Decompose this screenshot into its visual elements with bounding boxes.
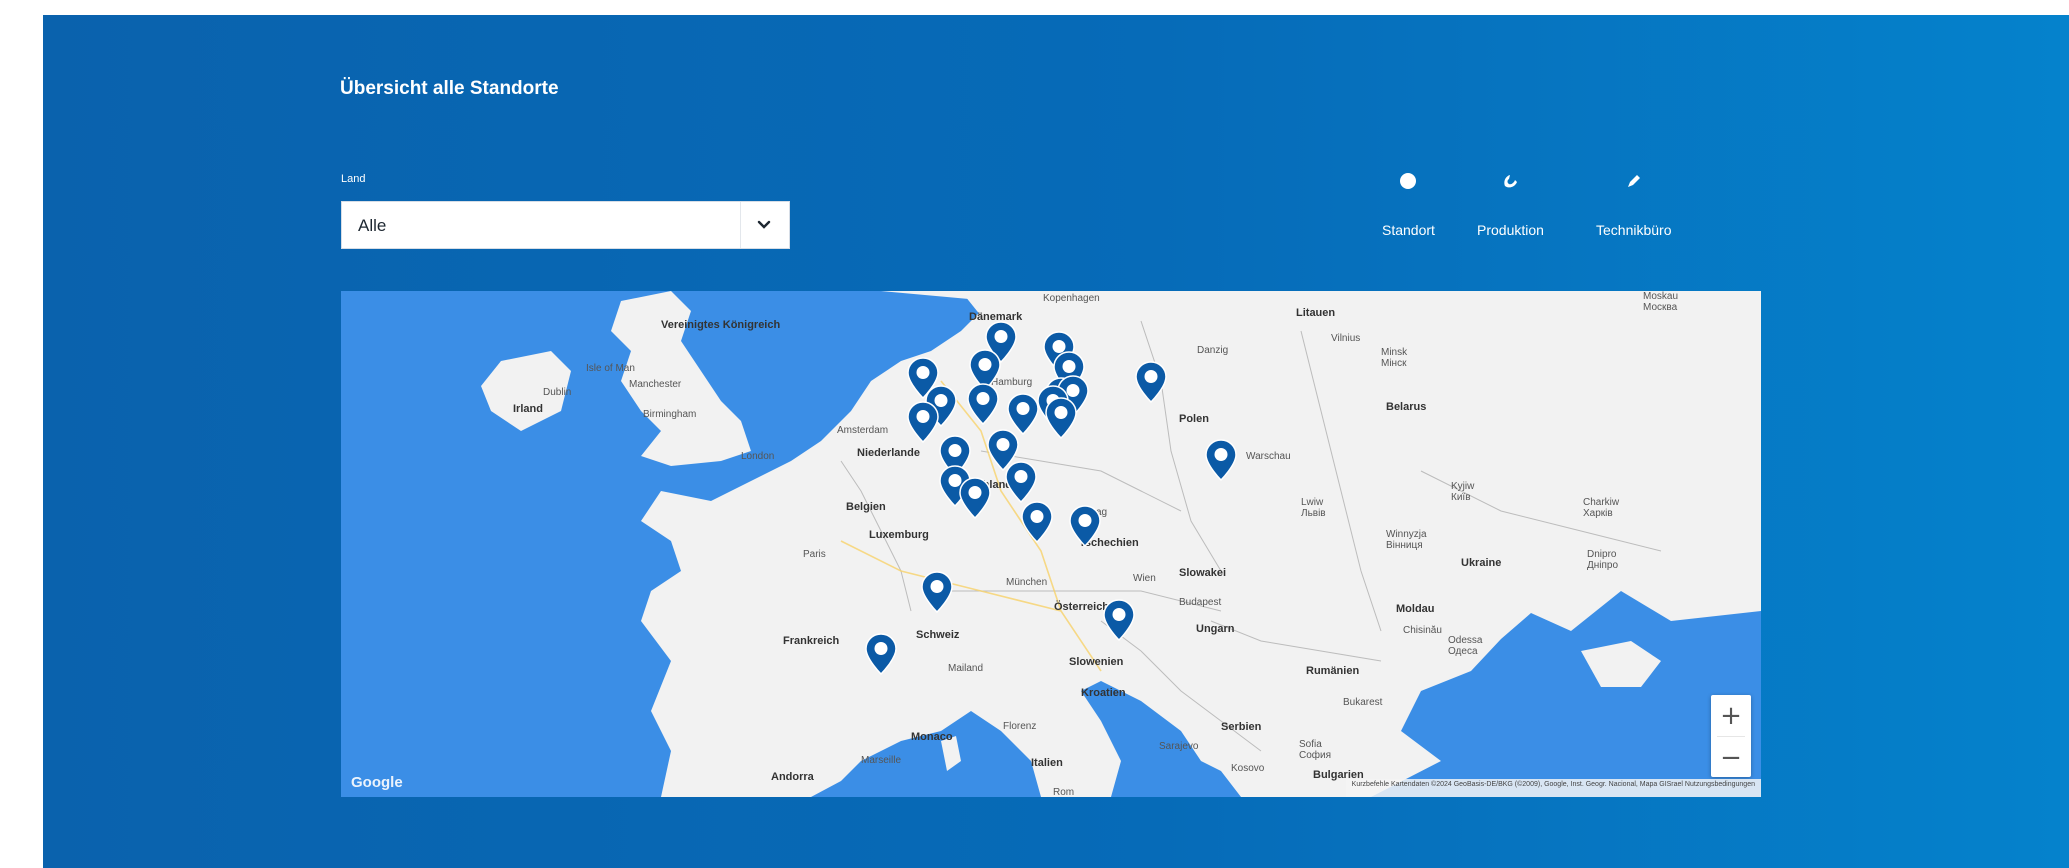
- map-place-label: Isle of Man: [586, 363, 635, 374]
- location-pin-icon[interactable]: [1205, 439, 1237, 482]
- map-place-label: Monaco: [911, 731, 953, 743]
- pencil-icon: [1627, 175, 1640, 187]
- google-logo: Google: [351, 774, 403, 791]
- map-place-label: Kyjiw Київ: [1451, 481, 1475, 503]
- map-place-label: London: [741, 451, 775, 462]
- map-place-label: Bukarest: [1343, 697, 1383, 708]
- map-place-label: Manchester: [629, 379, 682, 390]
- map-place-label: Sarajevo: [1159, 741, 1199, 752]
- location-pin-icon[interactable]: [865, 633, 897, 676]
- legend-technikbuero[interactable]: Technikbüro: [1596, 168, 1672, 238]
- map-place-label: Ukraine: [1461, 557, 1502, 569]
- map-place-label: Birmingham: [643, 409, 697, 420]
- map-place-label: Chisinău: [1403, 625, 1442, 636]
- map-place-label: Luxemburg: [869, 529, 929, 541]
- map-attribution[interactable]: Kurzbefehle Kartendaten ©2024 GeoBasis-D…: [1345, 779, 1761, 797]
- map-place-label: Odessa Одеса: [1448, 635, 1483, 657]
- zoom-control[interactable]: + −: [1711, 695, 1751, 777]
- map-place-label: Florenz: [1003, 721, 1037, 732]
- location-pin-icon[interactable]: [1135, 361, 1167, 404]
- map-place-label: Sofia София: [1299, 739, 1332, 761]
- map-place-label: Vilnius: [1331, 333, 1361, 344]
- map-place-label: Amsterdam: [837, 425, 889, 436]
- map-place-label: Litauen: [1296, 307, 1336, 319]
- map-place-label: Wien: [1133, 573, 1156, 584]
- map-place-label: Mailand: [948, 663, 984, 674]
- chevron-down-icon[interactable]: [753, 214, 775, 236]
- zoom-out-button[interactable]: −: [1711, 737, 1751, 778]
- map-place-label: Schweiz: [916, 629, 960, 641]
- map-place-label: Moskau Москва: [1643, 291, 1679, 313]
- location-pin-icon[interactable]: [1069, 505, 1101, 548]
- map-place-label: Polen: [1179, 413, 1209, 425]
- map-place-label: München: [1006, 577, 1048, 588]
- map-place-label: Andorra: [771, 771, 814, 783]
- map-place-label: Kosovo: [1231, 763, 1265, 774]
- section-title: Übersicht alle Standorte: [340, 78, 559, 99]
- map-place-label: Charkiw Харків: [1583, 497, 1620, 519]
- map-place-label: Ungarn: [1196, 623, 1235, 635]
- map-place-label: Italien: [1031, 757, 1063, 769]
- map-place-label: Warschau: [1246, 451, 1291, 462]
- map-place-label: Rumänien: [1306, 665, 1360, 677]
- zoom-in-button[interactable]: +: [1711, 695, 1751, 736]
- location-pin-icon[interactable]: [907, 401, 939, 444]
- map-place-label: Winnyzja Вінниця: [1386, 529, 1427, 551]
- legend-produktion[interactable]: Produktion: [1477, 168, 1544, 238]
- map-place-label: Vereinigtes Königreich: [661, 319, 781, 331]
- map-place-label: Rom: [1053, 787, 1075, 797]
- map-place-label: Frankreich: [783, 635, 840, 647]
- map-place-label: Niederlande: [857, 447, 920, 459]
- map-place-label: Belarus: [1386, 401, 1427, 413]
- location-pin-icon[interactable]: [1103, 599, 1135, 642]
- location-pin-icon[interactable]: [959, 477, 991, 520]
- country-filter-label: Land: [341, 173, 366, 185]
- circle-icon: [1400, 173, 1417, 189]
- map-place-label: Irland: [513, 403, 543, 415]
- map-place-label: Österreich: [1054, 601, 1110, 613]
- map-place-label: Dublin: [543, 387, 572, 398]
- production-icon: [1504, 175, 1518, 188]
- locations-map[interactable]: Vereinigtes Königreich Isle of Man Manches…: [341, 291, 1761, 797]
- map-place-label: Kroatien: [1081, 687, 1126, 699]
- map-place-label: Belgien: [846, 501, 886, 513]
- location-pin-icon[interactable]: [1021, 501, 1053, 544]
- map-place-label: Lwiw Львів: [1301, 497, 1326, 519]
- legend-produktion-label: Produktion: [1477, 222, 1544, 238]
- location-pin-icon[interactable]: [1045, 397, 1077, 440]
- map-place-label: Marseille: [861, 755, 902, 766]
- legend-technikbuero-label: Technikbüro: [1596, 222, 1672, 238]
- location-pin-icon[interactable]: [1005, 461, 1037, 504]
- country-select-value: Alle: [358, 216, 387, 235]
- location-pin-icon[interactable]: [967, 383, 999, 426]
- map-place-label: Moldau: [1396, 603, 1435, 615]
- map-place-label: Danzig: [1197, 345, 1229, 356]
- map-place-label: Dnipro Дніпро: [1587, 549, 1619, 571]
- select-divider: [740, 202, 741, 248]
- legend-standort-label: Standort: [1382, 222, 1435, 238]
- location-pin-icon[interactable]: [921, 571, 953, 614]
- map-place-label: Slowenien: [1069, 656, 1124, 668]
- map-place-label: Paris: [803, 549, 826, 560]
- map-place-label: Budapest: [1179, 597, 1222, 608]
- map-place-label: Minsk Мінск: [1381, 347, 1408, 369]
- map-place-label: Slowakei: [1179, 567, 1227, 579]
- legend-standort[interactable]: Standort: [1382, 168, 1435, 238]
- map-place-label: Kopenhagen: [1043, 293, 1100, 304]
- country-select[interactable]: Alle: [341, 201, 790, 249]
- map-place-label: Serbien: [1221, 721, 1262, 733]
